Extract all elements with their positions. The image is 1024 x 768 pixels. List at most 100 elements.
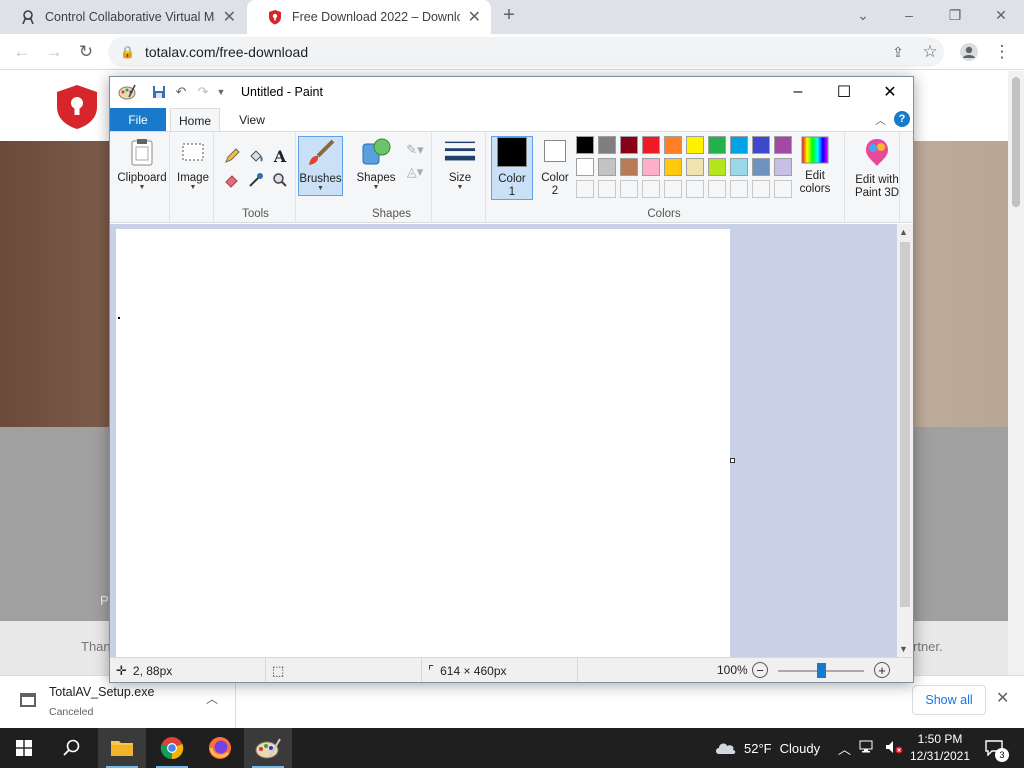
palette-swatch-empty[interactable] — [774, 180, 792, 198]
chrome-menu-icon[interactable]: ⋮ — [990, 40, 1014, 64]
forward-icon[interactable]: → — [42, 40, 66, 64]
scroll-down-icon[interactable]: ▼ — [899, 644, 908, 654]
zoom-out-icon[interactable]: − — [752, 662, 768, 678]
redo-icon[interactable]: ↷ — [194, 83, 212, 101]
palette-swatch[interactable] — [620, 158, 638, 176]
palette-swatch[interactable] — [730, 158, 748, 176]
palette-swatch[interactable] — [752, 158, 770, 176]
zoom-in-icon[interactable]: + — [874, 662, 890, 678]
color-picker-icon[interactable] — [246, 170, 266, 190]
palette-swatch[interactable] — [598, 136, 616, 154]
taskbar-clock[interactable]: 1:50 PM 12/31/2021 — [908, 731, 972, 765]
palette-swatch[interactable] — [774, 158, 792, 176]
size-button[interactable]: Size ▼ — [438, 136, 482, 191]
paint-close-icon[interactable]: ✕ — [867, 77, 913, 107]
palette-swatch[interactable] — [664, 136, 682, 154]
restore-icon[interactable]: ❐ — [932, 0, 978, 30]
tab-view[interactable]: View — [228, 108, 276, 131]
palette-swatch-empty[interactable] — [598, 180, 616, 198]
eraser-icon[interactable] — [222, 170, 242, 190]
paint-app-icon[interactable] — [118, 83, 136, 101]
palette-swatch[interactable] — [642, 136, 660, 154]
palette-swatch-empty[interactable] — [686, 180, 704, 198]
help-icon[interactable]: ? — [894, 111, 910, 127]
taskbar-paint[interactable] — [244, 728, 292, 768]
outline-icon[interactable]: ✎▾ — [402, 140, 428, 160]
palette-swatch-empty[interactable] — [730, 180, 748, 198]
bookmark-star-icon[interactable]: ☆ — [918, 40, 942, 64]
weather-widget[interactable]: 52°F Cloudy — [714, 728, 820, 768]
undo-icon[interactable]: ↶ — [172, 83, 190, 101]
palette-swatch-empty[interactable] — [620, 180, 638, 198]
tab-close-icon[interactable]: ✕ — [223, 7, 236, 27]
palette-swatch[interactable] — [774, 136, 792, 154]
collapse-ribbon-icon[interactable]: ︿ — [875, 112, 886, 128]
text-tool-icon[interactable]: A — [270, 146, 290, 166]
drawing-canvas[interactable] — [116, 229, 730, 657]
palette-swatch[interactable] — [576, 136, 594, 154]
tab-close-icon[interactable]: ✕ — [468, 7, 481, 27]
palette-swatch[interactable] — [664, 158, 682, 176]
edit-colors-button[interactable]: Edit colors — [794, 136, 836, 196]
canvas-resize-handle[interactable] — [730, 458, 735, 463]
close-window-icon[interactable]: ✕ — [978, 0, 1024, 30]
paint-minimize-icon[interactable]: – — [775, 77, 821, 107]
image-button[interactable]: Image ▼ — [172, 136, 214, 191]
taskbar-firefox[interactable] — [196, 728, 244, 768]
color2-button[interactable]: Color 2 — [537, 136, 573, 198]
palette-swatch-empty[interactable] — [708, 180, 726, 198]
fill-bucket-icon[interactable] — [246, 146, 266, 166]
taskbar-file-explorer[interactable] — [98, 728, 146, 768]
volume-muted-icon[interactable] — [885, 740, 903, 757]
palette-swatch[interactable] — [708, 158, 726, 176]
search-tabs-icon[interactable]: ⌄ — [840, 0, 886, 30]
page-scrollbar-thumb[interactable] — [1012, 77, 1020, 207]
tab-file[interactable]: File — [110, 108, 166, 131]
fill-icon[interactable]: ◬▾ — [402, 162, 428, 182]
start-button[interactable] — [0, 728, 48, 768]
palette-swatch[interactable] — [686, 158, 704, 176]
edit-with-paint3d-button[interactable]: Edit with Paint 3D — [847, 136, 907, 200]
share-icon[interactable]: ⇪ — [886, 40, 910, 64]
palette-swatch[interactable] — [576, 158, 594, 176]
save-icon[interactable] — [150, 83, 168, 101]
minimize-icon[interactable]: – — [886, 0, 932, 30]
tab-home[interactable]: Home — [170, 108, 220, 132]
canvas-scrollbar-thumb[interactable] — [900, 242, 910, 607]
canvas-scrollbar[interactable]: ▲ ▼ — [897, 224, 913, 657]
back-icon[interactable]: ← — [10, 40, 34, 64]
search-button[interactable] — [48, 728, 96, 768]
reload-icon[interactable]: ↻ — [74, 40, 98, 64]
palette-swatch[interactable] — [598, 158, 616, 176]
chevron-up-icon[interactable]: ︿ — [838, 739, 851, 758]
palette-swatch[interactable] — [642, 158, 660, 176]
close-shelf-icon[interactable]: ✕ — [996, 688, 1009, 708]
palette-swatch-empty[interactable] — [642, 180, 660, 198]
chevron-up-icon[interactable]: ︿ — [206, 690, 218, 707]
palette-swatch[interactable] — [708, 136, 726, 154]
new-tab-button[interactable]: + — [486, 0, 532, 30]
palette-swatch-empty[interactable] — [576, 180, 594, 198]
clipboard-button[interactable]: Clipboard ▼ — [114, 136, 170, 191]
shapes-button[interactable]: Shapes ▼ — [354, 136, 398, 191]
magnifier-icon[interactable] — [270, 170, 290, 190]
scroll-up-icon[interactable]: ▲ — [899, 227, 908, 237]
palette-swatch[interactable] — [730, 136, 748, 154]
network-icon[interactable] — [859, 740, 877, 757]
palette-swatch[interactable] — [620, 136, 638, 154]
profile-avatar-icon[interactable] — [957, 40, 981, 64]
palette-swatch-empty[interactable] — [664, 180, 682, 198]
browser-tab-control-collaborative[interactable]: Control Collaborative Virtual Ma ✕ — [0, 0, 246, 34]
show-all-button[interactable]: Show all — [912, 685, 986, 715]
palette-swatch[interactable] — [752, 136, 770, 154]
palette-swatch-empty[interactable] — [752, 180, 770, 198]
zoom-slider-thumb[interactable] — [817, 663, 826, 678]
customize-toolbar-icon[interactable]: ▼ — [214, 83, 228, 101]
download-item[interactable]: TotalAV_Setup.exe Canceled ︿ — [0, 676, 236, 728]
palette-swatch[interactable] — [686, 136, 704, 154]
page-scrollbar[interactable] — [1008, 71, 1024, 675]
paint-maximize-icon[interactable]: ☐ — [821, 77, 867, 107]
brushes-button[interactable]: Brushes ▼ — [298, 136, 343, 196]
taskbar-chrome[interactable] — [148, 728, 196, 768]
color1-button[interactable]: Color 1 — [491, 136, 533, 200]
